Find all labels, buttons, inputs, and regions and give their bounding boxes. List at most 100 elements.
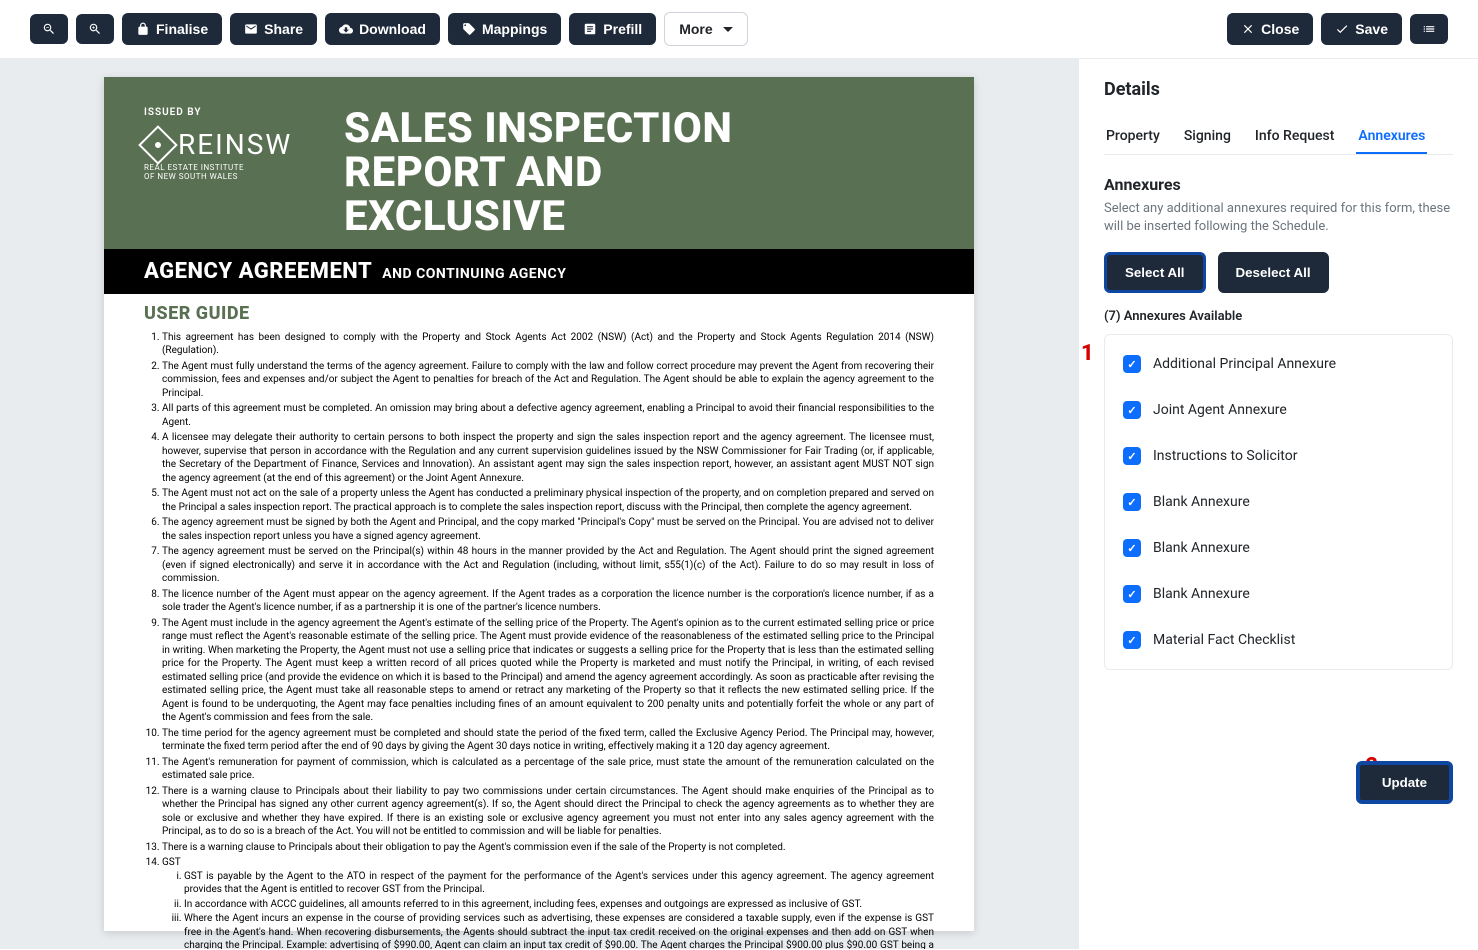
tab-annexures[interactable]: Annexures — [1356, 120, 1427, 154]
issued-by-label: ISSUED BY — [144, 107, 304, 118]
finalise-label: Finalise — [156, 21, 208, 37]
close-button[interactable]: Close — [1227, 13, 1313, 45]
checkbox-checked-icon[interactable]: ✓ — [1123, 401, 1141, 419]
annexure-item[interactable]: ✓ Blank Annexure — [1105, 525, 1452, 571]
annexure-item[interactable]: ✓ Instructions to Solicitor — [1105, 433, 1452, 479]
annexure-label: Blank Annexure — [1153, 586, 1250, 602]
gst-sub-item: Where the Agent incurs an expense in the… — [184, 912, 934, 949]
download-icon — [339, 22, 353, 36]
document-header-green: ISSUED BY REINSW REAL ESTATE INSTITUTE O… — [104, 77, 974, 249]
annexure-label: Blank Annexure — [1153, 540, 1250, 556]
guide-item: The Agent's remuneration for payment of … — [162, 756, 934, 783]
guide-item: The agency agreement must be served on t… — [162, 545, 934, 586]
reinsw-logo-subtitle: REAL ESTATE INSTITUTE OF NEW SOUTH WALES — [144, 163, 304, 181]
zoom-in-icon — [88, 22, 102, 36]
update-button[interactable]: Update — [1356, 761, 1453, 804]
more-label: More — [679, 21, 712, 37]
chevron-down-icon — [723, 27, 733, 32]
user-guide-heading: USER GUIDE — [144, 302, 934, 326]
agency-agreement-label: AGENCY AGREEMENT — [144, 259, 372, 284]
annexures-description: Select any additional annexures required… — [1104, 200, 1453, 236]
reinsw-logo-icon — [138, 125, 178, 165]
tabs: Property Signing Info Request Annexures — [1104, 120, 1453, 155]
annexure-label: Joint Agent Annexure — [1153, 402, 1287, 418]
save-button[interactable]: Save — [1321, 13, 1402, 45]
lock-icon — [136, 22, 150, 36]
guide-item: The Agent must fully understand the term… — [162, 360, 934, 401]
tag-icon — [462, 22, 476, 36]
select-all-button[interactable]: Select All — [1104, 252, 1206, 293]
reinsw-logo-text: REINSW — [178, 128, 292, 161]
details-heading: Details — [1104, 79, 1453, 100]
document-title: SALES INSPECTION REPORT AND EXCLUSIVE — [344, 107, 732, 239]
checkbox-checked-icon[interactable]: ✓ — [1123, 493, 1141, 511]
guide-item: A licensee may delegate their authority … — [162, 431, 934, 485]
mappings-button[interactable]: Mappings — [448, 13, 561, 45]
guide-item: The licence number of the Agent must app… — [162, 588, 934, 615]
checkbox-checked-icon[interactable]: ✓ — [1123, 585, 1141, 603]
document-body: USER GUIDE This agreement has been desig… — [104, 294, 974, 949]
save-label: Save — [1355, 21, 1388, 37]
prefill-button[interactable]: Prefill — [569, 13, 656, 45]
document-viewer[interactable]: ISSUED BY REINSW REAL ESTATE INSTITUTE O… — [0, 59, 1078, 949]
finalise-button[interactable]: Finalise — [122, 13, 222, 45]
annexure-item[interactable]: ✓ Additional Principal Annexure — [1105, 341, 1452, 387]
zoom-in-button[interactable] — [76, 14, 114, 44]
checkbox-checked-icon[interactable]: ✓ — [1123, 631, 1141, 649]
annexures-heading: Annexures — [1104, 175, 1453, 194]
check-icon — [1335, 22, 1349, 36]
download-button[interactable]: Download — [325, 13, 440, 45]
annexure-label: Instructions to Solicitor — [1153, 448, 1297, 464]
annexure-item[interactable]: ✓ Blank Annexure — [1105, 479, 1452, 525]
annexures-count: (7) Annexures Available — [1104, 309, 1453, 324]
mappings-label: Mappings — [482, 21, 547, 37]
document-page: ISSUED BY REINSW REAL ESTATE INSTITUTE O… — [104, 77, 974, 931]
annexure-item[interactable]: ✓ Material Fact Checklist — [1105, 617, 1452, 663]
guide-item: The Agent must include in the agency agr… — [162, 617, 934, 725]
guide-item: This agreement has been designed to comp… — [162, 331, 934, 358]
gst-sub-item: GST is payable by the Agent to the ATO i… — [184, 870, 934, 897]
guide-item: The time period for the agency agreement… — [162, 727, 934, 754]
annexure-label: Material Fact Checklist — [1153, 632, 1295, 648]
more-button[interactable]: More — [664, 12, 747, 46]
tab-signing[interactable]: Signing — [1182, 120, 1233, 154]
list-button[interactable] — [1410, 14, 1448, 44]
share-label: Share — [264, 21, 303, 37]
checkbox-checked-icon[interactable]: ✓ — [1123, 355, 1141, 373]
prefill-label: Prefill — [603, 21, 642, 37]
guide-item: There is a warning clause to Principals … — [162, 841, 934, 855]
tab-info-request[interactable]: Info Request — [1253, 120, 1337, 154]
continuing-agency-label: AND CONTINUING AGENCY — [382, 266, 566, 282]
deselect-all-button[interactable]: Deselect All — [1218, 252, 1329, 293]
callout-1: 1 — [1081, 341, 1094, 366]
guide-item: The agency agreement must be signed by b… — [162, 516, 934, 543]
guide-item: There is a warning clause to Principals … — [162, 785, 934, 839]
user-guide-list: This agreement has been designed to comp… — [162, 331, 934, 949]
guide-item: All parts of this agreement must be comp… — [162, 402, 934, 429]
zoom-out-button[interactable] — [30, 14, 68, 44]
gst-sub-item: In accordance with ACCC guidelines, all … — [184, 898, 934, 912]
checkbox-checked-icon[interactable]: ✓ — [1123, 447, 1141, 465]
gst-sublist: GST is payable by the Agent to the ATO i… — [184, 870, 934, 949]
close-label: Close — [1261, 21, 1299, 37]
annexure-label: Blank Annexure — [1153, 494, 1250, 510]
mail-icon — [244, 22, 258, 36]
list-icon — [1422, 22, 1436, 36]
annexure-item[interactable]: ✓ Blank Annexure — [1105, 571, 1452, 617]
form-icon — [583, 22, 597, 36]
guide-item: GSTGST is payable by the Agent to the AT… — [162, 856, 934, 949]
guide-item: The Agent must not act on the sale of a … — [162, 487, 934, 514]
zoom-out-icon — [42, 22, 56, 36]
close-icon — [1241, 22, 1255, 36]
main: ISSUED BY REINSW REAL ESTATE INSTITUTE O… — [0, 59, 1478, 949]
share-button[interactable]: Share — [230, 13, 317, 45]
checkbox-checked-icon[interactable]: ✓ — [1123, 539, 1141, 557]
annexure-label: Additional Principal Annexure — [1153, 356, 1336, 372]
document-header-black: AGENCY AGREEMENT AND CONTINUING AGENCY — [104, 249, 974, 294]
details-panel: 1 2 Details PropertySigningInfo RequestA… — [1078, 59, 1478, 949]
tab-property[interactable]: Property — [1104, 120, 1162, 154]
download-label: Download — [359, 21, 426, 37]
annexures-list: ✓ Additional Principal Annexure ✓ Joint Age… — [1104, 334, 1453, 670]
toolbar: Finalise Share Download Mappings Prefill… — [0, 0, 1478, 59]
annexure-item[interactable]: ✓ Joint Agent Annexure — [1105, 387, 1452, 433]
